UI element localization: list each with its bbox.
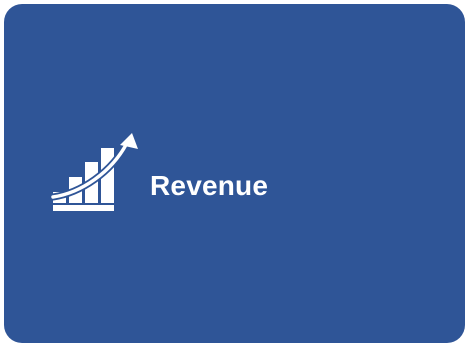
growth-chart-icon xyxy=(50,133,142,223)
card-content: Revenue xyxy=(50,133,268,223)
card-title: Revenue xyxy=(150,170,269,201)
revenue-card[interactable]: Revenue xyxy=(4,4,465,343)
